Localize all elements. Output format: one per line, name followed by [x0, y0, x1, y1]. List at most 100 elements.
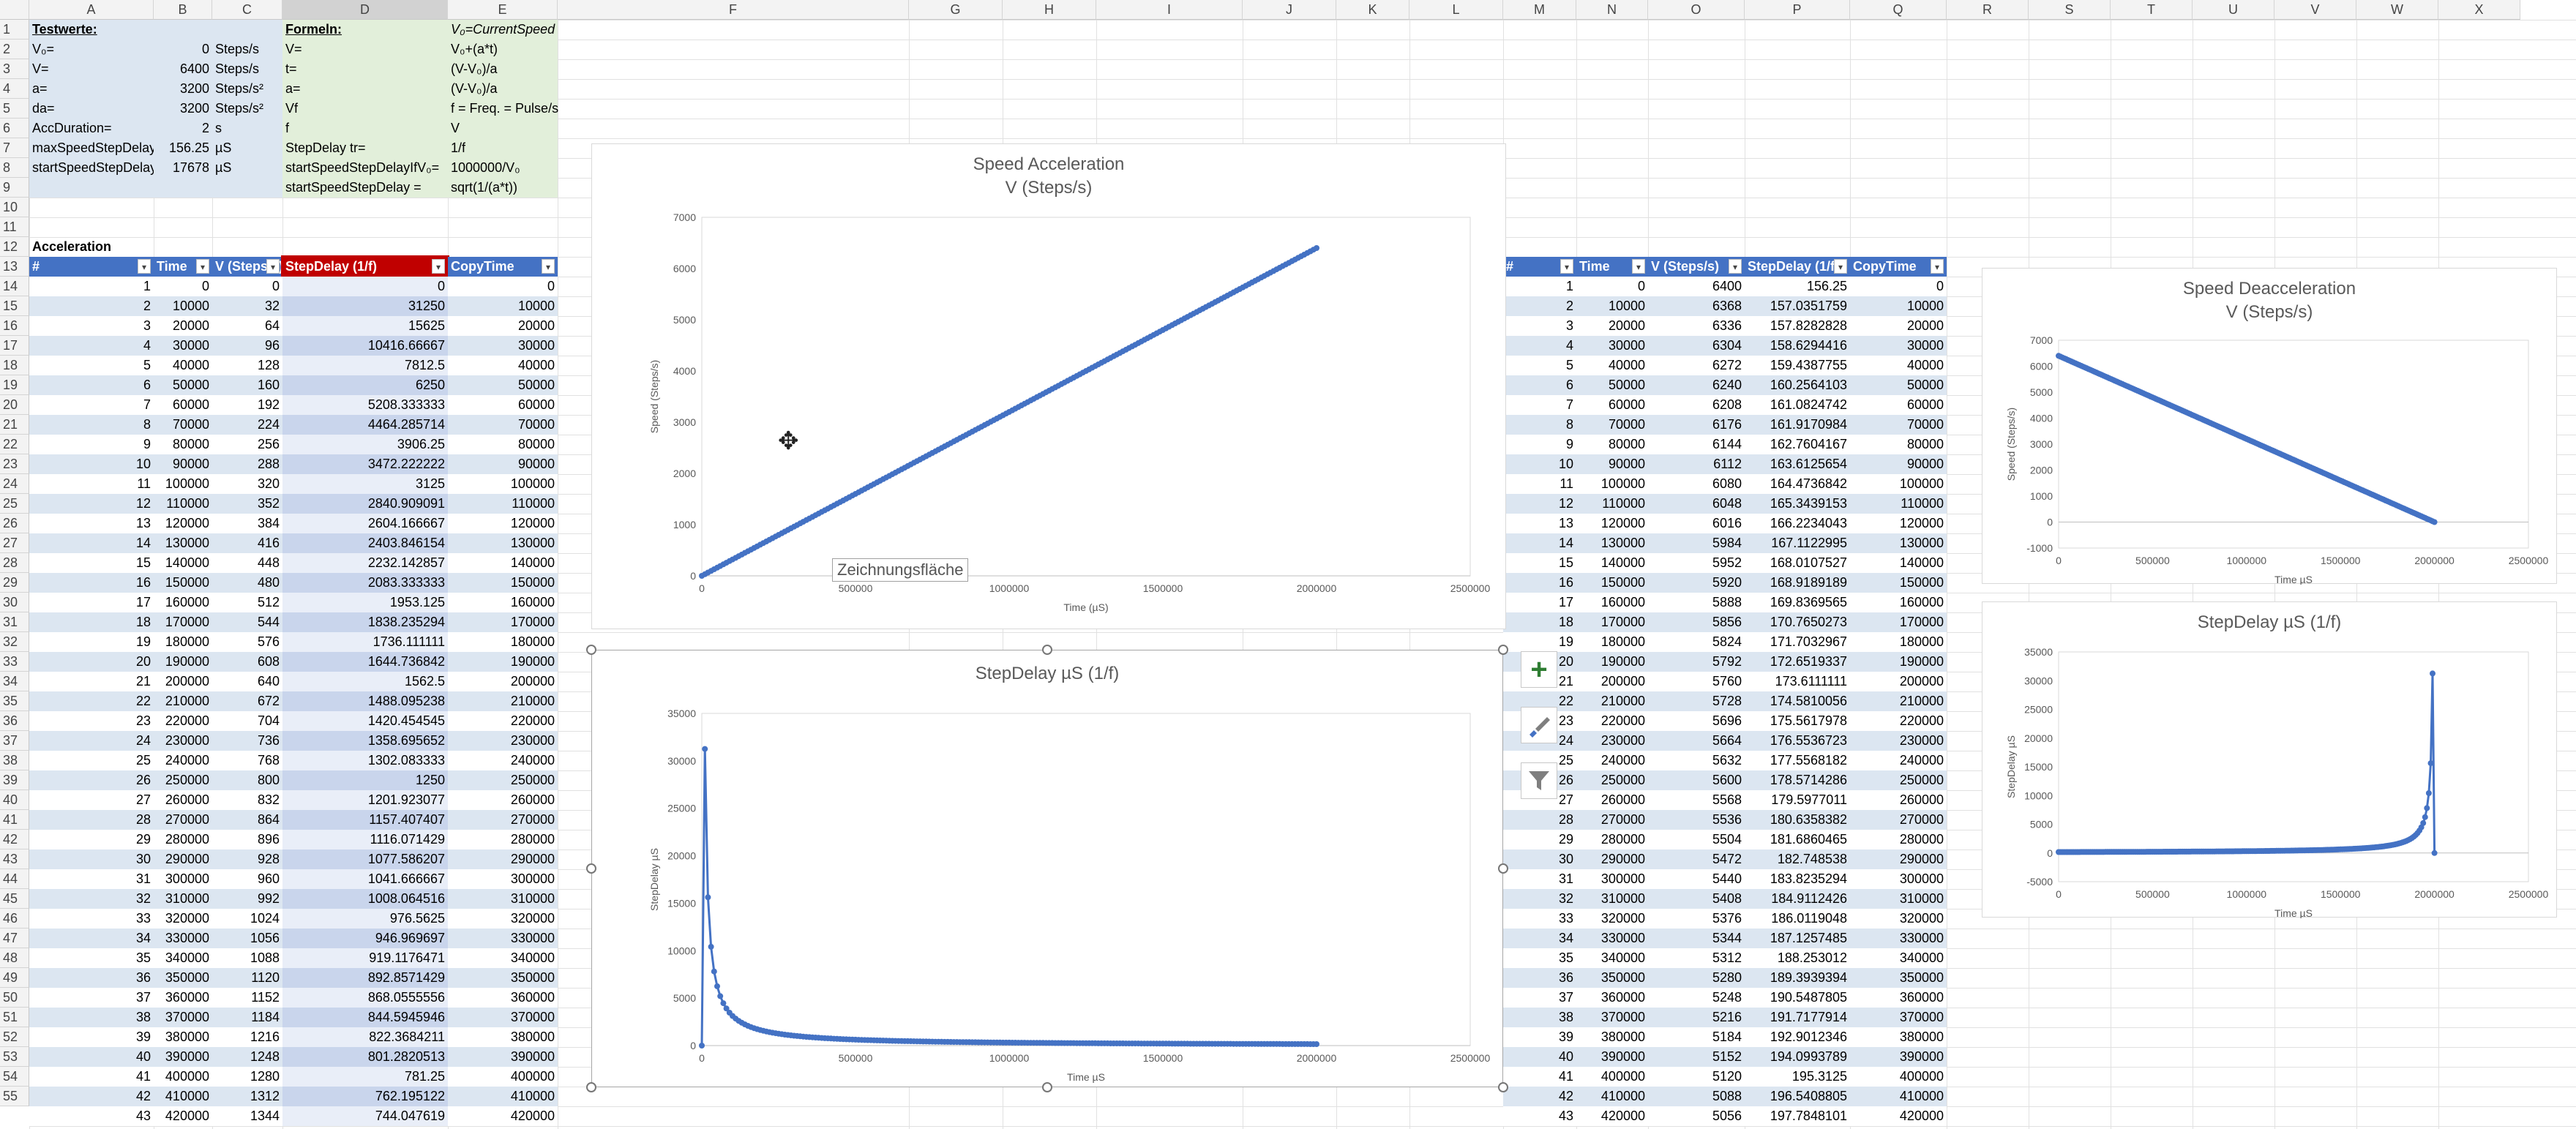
dec-table-cell[interactable]: 150000	[1850, 573, 1947, 593]
acc-table-cell[interactable]: 30000	[448, 336, 558, 356]
acc-table-cell[interactable]: 7	[29, 395, 154, 415]
dec-table-cell[interactable]: 6400	[1648, 277, 1745, 296]
dec-table-cell[interactable]: 30000	[1576, 336, 1648, 356]
acc-table-cell[interactable]: 868.0555556	[282, 988, 448, 1008]
dec-table-cell[interactable]: 157.0351759	[1745, 296, 1850, 316]
dec-table-cell[interactable]: 160000	[1850, 593, 1947, 612]
acc-table-cell[interactable]: 30	[29, 849, 154, 869]
acc-table-cell[interactable]: 544	[212, 612, 282, 632]
acc-table-cell[interactable]: 400000	[448, 1067, 558, 1087]
acc-table-cell[interactable]: 250000	[154, 770, 212, 790]
acc-table-cell[interactable]: 390000	[154, 1047, 212, 1067]
dropdown-arrow-icon[interactable]: ▾	[542, 259, 555, 274]
acc-table-cell[interactable]: 34	[29, 929, 154, 948]
acc-table-cell[interactable]: 2403.846154	[282, 533, 448, 553]
dec-table-cell[interactable]: 38	[1503, 1008, 1576, 1027]
dec-table-cell[interactable]: 190000	[1576, 652, 1648, 672]
formula-name[interactable]: startSpeedStepDelay =	[282, 178, 448, 198]
column-header[interactable]: V	[2274, 0, 2356, 20]
resize-handle[interactable]	[1498, 863, 1508, 874]
row-header[interactable]: 23	[0, 454, 29, 474]
row-header[interactable]: 16	[0, 316, 29, 336]
column-header[interactable]: T	[2111, 0, 2193, 20]
dec-table-cell[interactable]: 110000	[1576, 494, 1648, 514]
acc-table-cell[interactable]: 1024	[212, 909, 282, 929]
acc-table-cell[interactable]: 3125	[282, 474, 448, 494]
resize-handle[interactable]	[586, 645, 596, 655]
acc-table-cell[interactable]: 919.1176471	[282, 948, 448, 968]
acc-table-cell[interactable]: 1344	[212, 1106, 282, 1126]
acc-table-cell[interactable]: 10000	[448, 296, 558, 316]
param-name[interactable]: a=	[29, 79, 154, 99]
dec-table-cell[interactable]: 410000	[1576, 1087, 1648, 1106]
row-header[interactable]: 33	[0, 652, 29, 672]
dec-table-cell[interactable]: 196.5408805	[1745, 1087, 1850, 1106]
resize-handle[interactable]	[1498, 645, 1508, 655]
dec-table-cell[interactable]: 210000	[1850, 691, 1947, 711]
param-unit[interactable]: s	[212, 119, 282, 138]
dec-table-cell[interactable]: 30	[1503, 849, 1576, 869]
dec-table-cell[interactable]: 120000	[1850, 514, 1947, 533]
dec-table-cell[interactable]: 160.2564103	[1745, 375, 1850, 395]
dec-table-cell[interactable]: 159.4387755	[1745, 356, 1850, 375]
acc-table-cell[interactable]: 8	[29, 415, 154, 435]
dec-table-cell[interactable]: 310000	[1850, 889, 1947, 909]
dec-table-cell[interactable]: 173.6111111	[1745, 672, 1850, 691]
dropdown-arrow-icon[interactable]: ▾	[1931, 259, 1944, 274]
row-header[interactable]: 47	[0, 929, 29, 948]
dec-table-cell[interactable]: 11	[1503, 474, 1576, 494]
column-header[interactable]: S	[2029, 0, 2111, 20]
dec-table-cell[interactable]: 40000	[1850, 356, 1947, 375]
acc-table-cell[interactable]: 5208.333333	[282, 395, 448, 415]
dec-table-cell[interactable]: 188.253012	[1745, 948, 1850, 968]
dec-table-cell[interactable]: 37	[1503, 988, 1576, 1008]
dec-table-cell[interactable]: 330000	[1576, 929, 1648, 948]
acc-table-cell[interactable]: 200000	[154, 672, 212, 691]
acc-table-cell[interactable]: 270000	[154, 810, 212, 830]
dec-table-cell[interactable]: 180000	[1850, 632, 1947, 652]
acc-table-cell[interactable]: 220000	[154, 711, 212, 731]
dec-table-cell[interactable]: 191.7177914	[1745, 1008, 1850, 1027]
row-header[interactable]: 17	[0, 336, 29, 356]
dec-table-cell[interactable]: 179.5977011	[1745, 790, 1850, 810]
column-header[interactable]: A	[29, 0, 154, 20]
dec-table-cell[interactable]: 161.9170984	[1745, 415, 1850, 435]
dec-table-cell[interactable]: 6240	[1648, 375, 1745, 395]
dec-table-cell[interactable]: 6016	[1648, 514, 1745, 533]
acc-table-cell[interactable]: 310000	[154, 889, 212, 909]
dec-table-cell[interactable]: 7	[1503, 395, 1576, 415]
acc-table-cell[interactable]: 4464.285714	[282, 415, 448, 435]
formula-text[interactable]: (V-V₀)/a	[448, 59, 558, 79]
row-header[interactable]: 41	[0, 810, 29, 830]
acc-table-cell[interactable]: 15625	[282, 316, 448, 336]
acc-table-cell[interactable]: 1077.586207	[282, 849, 448, 869]
column-header[interactable]: R	[1947, 0, 2029, 20]
dec-table-cell[interactable]: 172.6519337	[1745, 652, 1850, 672]
acc-table-cell[interactable]: 350000	[448, 968, 558, 988]
acc-table-cell[interactable]: 21	[29, 672, 154, 691]
dec-table-cell[interactable]: 5792	[1648, 652, 1745, 672]
row-header[interactable]: 20	[0, 395, 29, 415]
corner-cell[interactable]	[0, 0, 29, 20]
dec-table-cell[interactable]: 340000	[1850, 948, 1947, 968]
acc-table-cell[interactable]: 1056	[212, 929, 282, 948]
dec-table-cell[interactable]: 300000	[1576, 869, 1648, 889]
dec-table-cell[interactable]: 157.8282828	[1745, 316, 1850, 336]
column-header[interactable]: I	[1096, 0, 1243, 20]
acc-table-cell[interactable]: 3906.25	[282, 435, 448, 454]
acc-table-cell[interactable]: 2840.909091	[282, 494, 448, 514]
acc-table-cell[interactable]: 736	[212, 731, 282, 751]
acc-table-cell[interactable]: 9	[29, 435, 154, 454]
dec-table-cell[interactable]: 60000	[1576, 395, 1648, 415]
dec-table-cell[interactable]: 17	[1503, 593, 1576, 612]
dec-table-cell[interactable]: 162.7604167	[1745, 435, 1850, 454]
dec-table-cell[interactable]: 10	[1503, 454, 1576, 474]
dec-table-cell[interactable]: 80000	[1850, 435, 1947, 454]
acc-table-cell[interactable]: 1302.083333	[282, 751, 448, 770]
dec-table-cell[interactable]: 182.748538	[1745, 849, 1850, 869]
dec-table-cell[interactable]: 100000	[1576, 474, 1648, 494]
dec-table-cell[interactable]: 39	[1503, 1027, 1576, 1047]
acc-table-cell[interactable]: 801.2820513	[282, 1047, 448, 1067]
column-header[interactable]: L	[1409, 0, 1503, 20]
dec-table-cell[interactable]: 28	[1503, 810, 1576, 830]
